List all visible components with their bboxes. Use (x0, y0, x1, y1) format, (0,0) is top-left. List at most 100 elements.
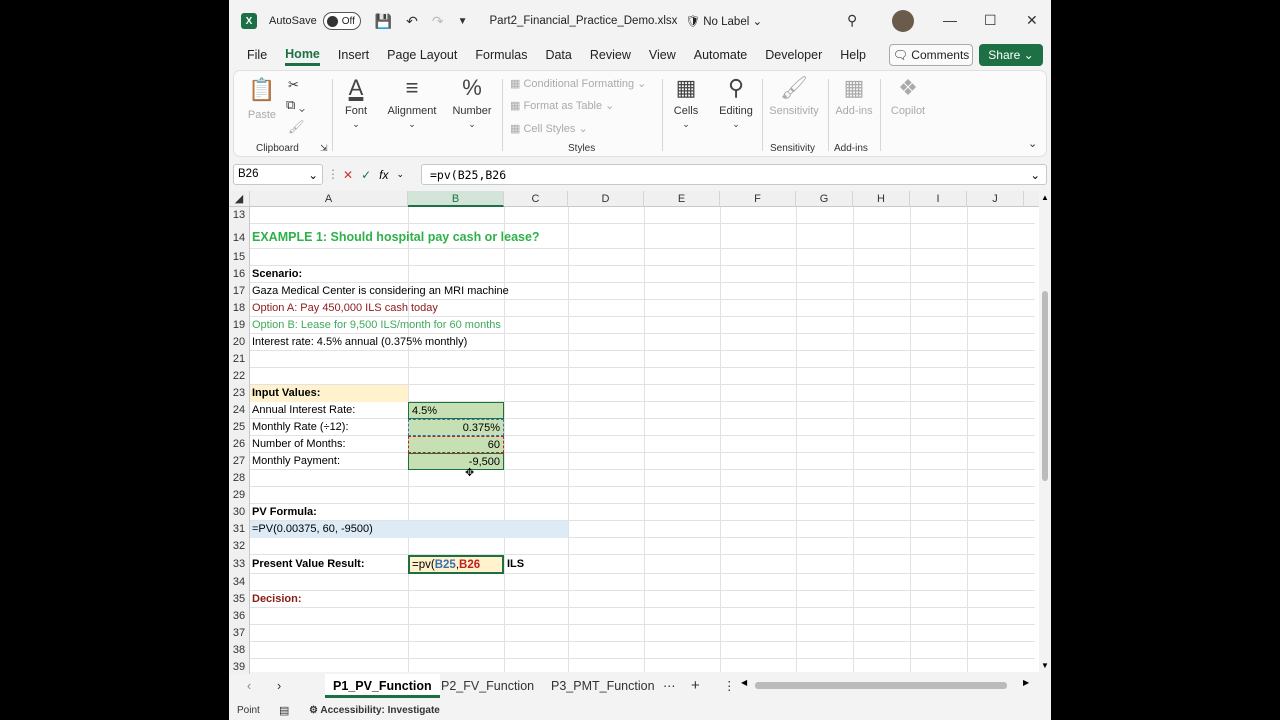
expand-formula-icon[interactable]: ⌄ (1030, 168, 1040, 182)
row-header[interactable]: 23 (229, 385, 250, 402)
cells-chevron-icon[interactable]: ⌄ (666, 119, 706, 130)
cut-icon[interactable]: ✂ (288, 77, 299, 93)
scroll-left-icon[interactable]: ◀ (741, 678, 747, 687)
tab-automate[interactable]: Automate (694, 48, 748, 64)
currency-label[interactable]: ILS (505, 555, 524, 572)
tab-file[interactable]: File (247, 48, 267, 64)
annual-rate-label[interactable]: Annual Interest Rate: (250, 402, 355, 419)
editing-label[interactable]: Editing (712, 105, 760, 117)
column-header-c[interactable]: C (504, 191, 568, 207)
column-header-j[interactable]: J (967, 191, 1024, 207)
row-header[interactable]: 14 (229, 224, 250, 249)
payment-value[interactable]: -9,500 (408, 453, 504, 470)
months-label[interactable]: Number of Months: (250, 436, 346, 453)
macro-record-icon[interactable]: ▤ (279, 704, 289, 717)
row-header[interactable]: 36 (229, 608, 250, 625)
vertical-scrollbar[interactable]: ▲ ▼ (1039, 191, 1051, 672)
row-header[interactable]: 25 (229, 419, 250, 436)
number-chevron-icon[interactable]: ⌄ (452, 119, 492, 130)
tab-data[interactable]: Data (545, 48, 571, 64)
interest-rate-text[interactable]: Interest rate: 4.5% annual (0.375% month… (250, 334, 467, 351)
copy-icon[interactable]: ⧉ ⌄ (286, 97, 305, 113)
payment-label[interactable]: Monthly Payment: (250, 453, 340, 470)
column-header-f[interactable]: F (720, 191, 796, 207)
row-header[interactable]: 24 (229, 402, 250, 419)
enter-icon[interactable]: ✓ (361, 168, 371, 182)
collapse-ribbon-icon[interactable]: ⌄ (1028, 137, 1037, 150)
pv-formula-label[interactable]: PV Formula: (250, 504, 317, 521)
option-b-text[interactable]: Option B: Lease for 9,500 ILS/month for … (250, 317, 501, 334)
formula-input[interactable]: =pv(B25,B26 ⌄ (421, 164, 1047, 185)
minimize-icon[interactable]: — (943, 12, 957, 28)
file-name[interactable]: Part2_Financial_Practice_Demo.xlsx (490, 15, 678, 27)
autosave-toggle[interactable]: Off (322, 12, 361, 30)
scroll-down-icon[interactable]: ▼ (1041, 661, 1049, 670)
font-chevron-icon[interactable]: ⌄ (336, 119, 376, 130)
cancel-icon[interactable]: ✕ (343, 168, 353, 182)
sensitivity-button-label[interactable]: Sensitivity (764, 105, 824, 117)
font-label[interactable]: Font (336, 105, 376, 117)
sheet-tab-p3[interactable]: P3_PMT_Function (551, 674, 655, 698)
font-icon[interactable]: A (336, 75, 376, 101)
scroll-up-icon[interactable]: ▲ (1041, 193, 1049, 202)
row-header[interactable]: 21 (229, 351, 250, 368)
prev-sheet-icon[interactable]: ‹ (247, 674, 251, 698)
share-button[interactable]: Share ⌄ (979, 44, 1043, 66)
row-header[interactable]: 29 (229, 487, 250, 504)
more-sheets-icon[interactable]: ⋯ (663, 674, 676, 698)
paste-label[interactable]: Paste (242, 109, 282, 121)
row-header[interactable]: 16 (229, 266, 250, 283)
pv-result-label[interactable]: Present Value Result: (250, 555, 365, 572)
input-values-label[interactable]: Input Values: (250, 385, 408, 402)
tab-insert[interactable]: Insert (338, 48, 369, 64)
row-header[interactable]: 22 (229, 368, 250, 385)
option-a-text[interactable]: Option A: Pay 450,000 ILS cash today (250, 300, 438, 317)
search-icon[interactable]: ⚲ (847, 12, 857, 29)
row-header[interactable]: 32 (229, 538, 250, 555)
scenario-label[interactable]: Scenario: (250, 266, 302, 283)
column-header-i[interactable]: I (910, 191, 967, 207)
monthly-rate-value[interactable]: 0.375% (408, 419, 504, 436)
tab-formulas[interactable]: Formulas (475, 48, 527, 64)
decision-label[interactable]: Decision: (250, 591, 302, 608)
redo-icon[interactable]: ↷ (432, 13, 444, 30)
sheet-tab-p2[interactable]: P2_FV_Function (441, 674, 534, 698)
accessibility-button[interactable]: ⚙ Accessibility: Investigate (309, 705, 440, 716)
column-header-h[interactable]: H (853, 191, 910, 207)
row-header[interactable]: 37 (229, 625, 250, 642)
row-header[interactable]: 19 (229, 317, 250, 334)
column-header-e[interactable]: E (644, 191, 720, 207)
editing-icon[interactable]: ⚲ (716, 75, 756, 101)
pv-result-editing-cell[interactable]: =pv(B25,B26 (408, 555, 504, 574)
maximize-icon[interactable]: ☐ (984, 12, 997, 29)
row-header[interactable]: 17 (229, 283, 250, 300)
cells-label[interactable]: Cells (666, 105, 706, 117)
addins-icon[interactable]: ▦ (834, 75, 874, 101)
editing-chevron-icon[interactable]: ⌄ (716, 119, 756, 130)
example-heading[interactable]: EXAMPLE 1: Should hospital pay cash or l… (250, 229, 540, 246)
copilot-label[interactable]: Copilot (882, 105, 934, 117)
save-icon[interactable]: 💾 (375, 13, 392, 30)
sheet-tab-p1[interactable]: P1_PV_Function (325, 674, 440, 698)
row-header[interactable]: 33 (229, 555, 250, 574)
scroll-right-icon[interactable]: ▶ (1023, 678, 1029, 687)
user-avatar[interactable] (892, 10, 914, 32)
horizontal-scrollbar[interactable]: ◀ ▶ (741, 678, 1031, 692)
monthly-rate-label[interactable]: Monthly Rate (÷12): (250, 419, 349, 436)
copilot-icon[interactable]: ❖ (888, 75, 928, 101)
number-label[interactable]: Number (448, 105, 496, 117)
column-header-g[interactable]: G (796, 191, 853, 207)
row-header[interactable]: 13 (229, 207, 250, 224)
conditional-formatting-button[interactable]: ▦ Conditional Formatting ⌄ (510, 77, 646, 90)
scenario-text[interactable]: Gaza Medical Center is considering an MR… (250, 283, 509, 300)
clipboard-launcher-icon[interactable]: ⇲ (320, 143, 328, 154)
addins-button-label[interactable]: Add-ins (830, 105, 878, 117)
row-header[interactable]: 31 (229, 521, 250, 538)
worksheet-grid[interactable]: ◢ A B C D E F G H I J 13 14 EXAMPLE 1: Sh… (229, 191, 1051, 676)
format-painter-icon[interactable]: 🖌 (288, 119, 305, 135)
row-header[interactable]: 27 (229, 453, 250, 470)
vertical-scroll-thumb[interactable] (1042, 291, 1048, 481)
insert-function-icon[interactable]: fx (379, 168, 388, 182)
tab-developer[interactable]: Developer (765, 48, 822, 64)
more-icon[interactable]: ⋮ (327, 167, 339, 181)
